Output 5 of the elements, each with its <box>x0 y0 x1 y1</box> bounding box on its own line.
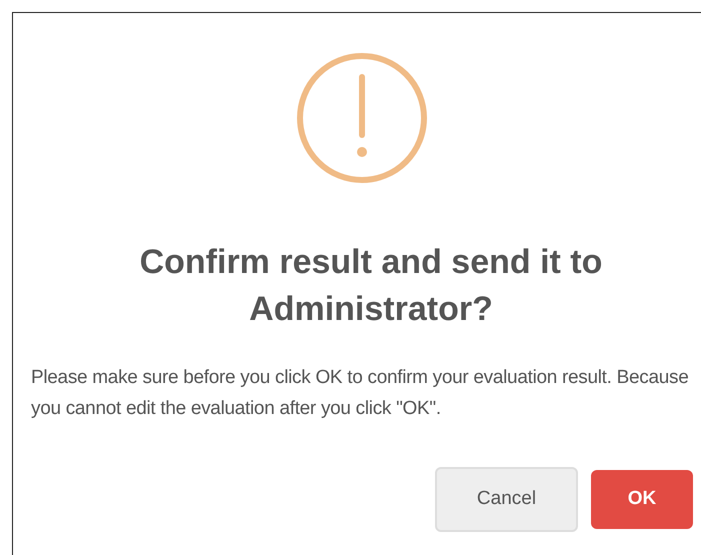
dialog-message: Please make sure before you click OK to confirm your evaluation result. Because you cannot edit the evaluation after you click "OK". <box>31 366 690 421</box>
dialog-title: Confirm result and send it to Administrator? <box>138 242 604 330</box>
cancel-button[interactable]: Cancel <box>435 467 578 532</box>
warning-icon <box>294 51 428 185</box>
ok-button[interactable]: OK <box>591 470 693 529</box>
